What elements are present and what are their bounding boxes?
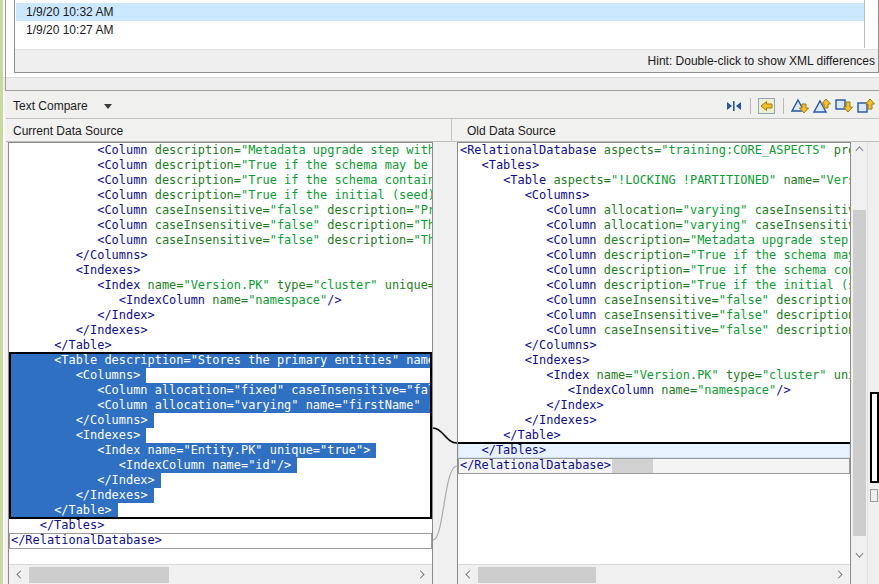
code-line: </RelationalDatabase>	[9, 533, 432, 548]
code-line: <Column allocation="varying" caseInsensi…	[458, 203, 850, 218]
compare-mode-label[interactable]: Text Compare	[13, 99, 88, 113]
pane-header-divider	[451, 119, 452, 142]
code-line: <Tables>	[458, 158, 850, 173]
scroll-right-arrow[interactable]	[417, 571, 425, 579]
code-line: <IndexColumn name="namespace"/>	[458, 383, 850, 398]
hint-bar: Hint: Double-click to show XML differenc…	[15, 49, 878, 72]
code-line: </Indexes>	[9, 488, 432, 503]
code-line: <Column description="True if the schema …	[9, 158, 432, 173]
code-line: </Table>	[9, 503, 432, 518]
code-line: <IndexColumn name="id"/>	[9, 458, 432, 473]
left-code-editor[interactable]: <Column description="Metadata upgrade st…	[9, 143, 432, 564]
code-line: </RelationalDatabase>	[458, 458, 850, 473]
right-horizontal-scrollbar[interactable]	[458, 564, 850, 584]
history-row[interactable]: 1/9/20 10:32 AM	[16, 3, 864, 21]
scroll-down-arrow[interactable]	[856, 550, 864, 558]
code-line: <Column caseInsensitive="false" descript…	[9, 203, 432, 218]
code-line: </Table>	[9, 338, 432, 353]
code-line: <Column description="True if the initial…	[458, 278, 850, 293]
previous-difference-icon[interactable]	[811, 96, 833, 116]
code-line: <Column caseInsensitive="false" descript…	[9, 218, 432, 233]
code-line: <RelationalDatabase aspects="training:CO…	[458, 143, 850, 158]
code-line: <Column description="True if the schema …	[9, 173, 432, 188]
vscroll-thumb[interactable]	[853, 210, 866, 536]
history-row[interactable]: 1/9/20 10:27 AM	[16, 21, 864, 39]
code-line: <Column description="Metadata upgrade st…	[458, 233, 850, 248]
swap-panes-icon[interactable]	[723, 96, 745, 116]
code-line: <Column caseInsensitive="false" descript…	[458, 308, 850, 323]
revision-history-list: 1/9/20 10:32 AM1/9/20 10:27 AM Hint: Dou…	[14, 0, 879, 73]
compare-mode-bar: Text Compare	[6, 92, 879, 119]
code-line: <Index name="Version.PK" type="cluster" …	[458, 368, 850, 383]
right-code-editor[interactable]: <RelationalDatabase aspects="training:CO…	[458, 143, 850, 564]
code-line: </Columns>	[9, 413, 432, 428]
code-line: <Column caseInsensitive="false" descript…	[458, 293, 850, 308]
code-line: </Indexes>	[458, 413, 850, 428]
code-line: <Column description="True if the schema …	[458, 248, 850, 263]
scroll-up-arrow[interactable]	[856, 147, 864, 155]
compare-content: <Column description="Metadata upgrade st…	[5, 142, 879, 584]
separator-band	[3, 77, 879, 90]
code-line: <Indexes>	[9, 263, 432, 278]
compare-editor-screen: 1/9/20 10:32 AM1/9/20 10:27 AM Hint: Dou…	[0, 0, 879, 584]
code-line: <Column description="Metadata upgrade st…	[9, 143, 432, 158]
previous-change-icon[interactable]	[855, 96, 877, 116]
next-difference-icon[interactable]	[789, 96, 811, 116]
right-pane-title: Old Data Source	[467, 124, 556, 138]
code-line: <Index name="Version.PK" type="cluster" …	[9, 278, 432, 293]
code-line: </Columns>	[9, 248, 432, 263]
code-line: </Tables>	[458, 443, 850, 458]
code-line: <Column allocation="varying" name="first…	[9, 398, 432, 413]
text-compare-panel: Text Compare Current Data Source Old Dat…	[5, 90, 879, 584]
code-line: </Index>	[9, 308, 432, 323]
scroll-right-arrow[interactable]	[835, 571, 843, 579]
code-line: <Table description="Stores the primary e…	[9, 353, 432, 368]
diff-connector-gutter	[433, 142, 457, 584]
copy-current-change-right-to-left-icon[interactable]	[756, 96, 778, 116]
code-line: <Columns>	[9, 368, 432, 383]
code-line: </Index>	[9, 473, 432, 488]
right-vertical-scrollbar[interactable]	[852, 142, 867, 564]
code-line: </Table>	[458, 428, 850, 443]
next-change-icon[interactable]	[833, 96, 855, 116]
overview-diff-marker[interactable]	[870, 489, 878, 502]
code-line: </Columns>	[458, 338, 850, 353]
code-line: <Indexes>	[9, 428, 432, 443]
scroll-left-arrow[interactable]	[466, 571, 474, 579]
left-pane: <Column description="Metadata upgrade st…	[8, 142, 433, 584]
code-line: <Column caseInsensitive="false" descript…	[458, 323, 850, 338]
overview-current-diff-marker[interactable]	[870, 392, 879, 483]
chevron-down-icon[interactable]	[104, 104, 112, 109]
code-line: <Column caseInsensitive="false" descript…	[9, 233, 432, 248]
code-line: </Tables>	[9, 518, 432, 533]
code-line: </Index>	[458, 398, 850, 413]
code-line: <Indexes>	[458, 353, 850, 368]
editor-accent-strip	[0, 0, 3, 584]
code-line: </Indexes>	[9, 323, 432, 338]
right-hscroll-thumb[interactable]	[478, 567, 596, 583]
code-line: <Column allocation="fixed" caseInsensiti…	[9, 383, 432, 398]
code-line: <IndexColumn name="namespace"/>	[9, 293, 432, 308]
left-hscroll-thumb[interactable]	[29, 567, 169, 583]
history-list-divider	[864, 0, 865, 48]
pane-headers: Current Data Source Old Data Source	[6, 119, 879, 142]
overview-ruler[interactable]	[867, 142, 879, 584]
left-pane-title: Current Data Source	[13, 124, 123, 138]
code-line: <Column description="True if the schema …	[458, 263, 850, 278]
scroll-left-arrow[interactable]	[17, 571, 25, 579]
code-line: <Column allocation="varying" caseInsensi…	[458, 218, 850, 233]
left-horizontal-scrollbar[interactable]	[9, 564, 432, 584]
code-line: <Columns>	[458, 188, 850, 203]
code-line: <Index name="Entity.PK" unique="true">	[9, 443, 432, 458]
code-line: <Column description="True if the initial…	[9, 188, 432, 203]
code-line: <Table aspects="!LOCKING !PARTITIONED" n…	[458, 173, 850, 188]
right-pane: <RelationalDatabase aspects="training:CO…	[457, 142, 851, 584]
